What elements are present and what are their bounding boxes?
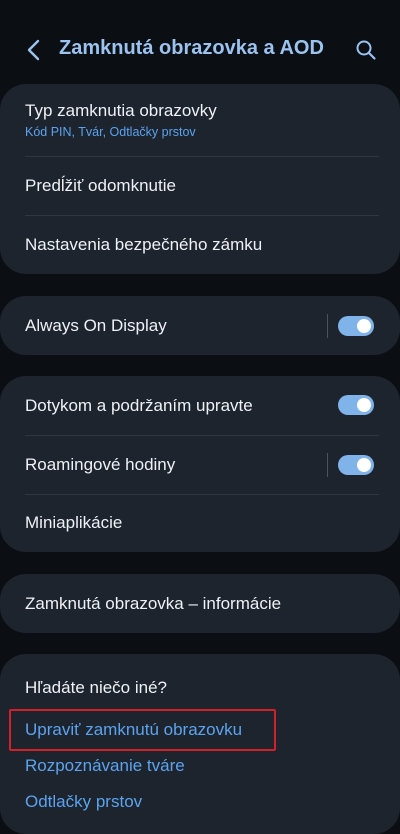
touch-hold-label: Dotykom a podržaním upravte	[25, 396, 253, 415]
about-lock-screen-label: Zamknutá obrazovka – informácie	[25, 594, 282, 613]
lock-type-summary: Kód PIN, Tvár, Odtlačky prstov	[25, 125, 196, 139]
separator	[327, 314, 328, 338]
touch-hold-row[interactable]: Dotykom a podržaním upravte	[0, 376, 400, 435]
extend-unlock-label: Predĺžiť odomknutie	[25, 176, 176, 195]
suggestions-heading: Hľadáte niečo iné?	[25, 678, 168, 697]
lock-type-title: Typ zamknutia obrazovky	[25, 101, 217, 120]
aod-label: Always On Display	[25, 316, 167, 335]
search-button[interactable]	[352, 36, 380, 64]
roaming-clock-row[interactable]: Roamingové hodiny	[0, 436, 400, 494]
widgets-row[interactable]: Miniaplikácie	[0, 495, 400, 552]
separator	[327, 453, 328, 477]
widgets-label: Miniaplikácie	[25, 513, 123, 532]
highlight-box	[9, 709, 276, 751]
toggle-knob	[357, 458, 371, 472]
about-lock-screen-row[interactable]: Zamknutá obrazovka – informácie	[0, 574, 400, 633]
touch-hold-toggle[interactable]	[338, 395, 374, 415]
page-title: Zamknutá obrazovka a AOD	[59, 37, 324, 59]
toggle-knob	[357, 398, 371, 412]
top-app-bar: Zamknutá obrazovka a AOD	[0, 0, 400, 86]
back-button[interactable]	[20, 36, 48, 64]
aod-toggle[interactable]	[338, 316, 374, 336]
fingerprints-link[interactable]: Odtlačky prstov	[25, 792, 142, 812]
secure-lock-settings-label: Nastavenia bezpečného zámku	[25, 235, 263, 254]
aod-row[interactable]: Always On Display	[0, 296, 400, 355]
face-recognition-link[interactable]: Rozpoznávanie tváre	[25, 756, 185, 776]
search-icon	[356, 40, 376, 60]
lock-settings-card: Typ zamknutia obrazovky Kód PIN, Tvár, O…	[0, 84, 400, 274]
about-card: Zamknutá obrazovka – informácie	[0, 574, 400, 633]
extend-unlock-row[interactable]: Predĺžiť odomknutie	[0, 157, 400, 215]
lock-type-row[interactable]: Typ zamknutia obrazovky Kód PIN, Tvár, O…	[0, 84, 400, 156]
roaming-clock-label: Roamingové hodiny	[25, 455, 176, 474]
secure-lock-settings-row[interactable]: Nastavenia bezpečného zámku	[0, 216, 400, 274]
toggle-knob	[357, 319, 371, 333]
roaming-clock-toggle[interactable]	[338, 455, 374, 475]
chevron-left-icon	[27, 39, 40, 61]
aod-card: Always On Display	[0, 296, 400, 355]
edit-options-card: Dotykom a podržaním upravte Roamingové h…	[0, 376, 400, 552]
